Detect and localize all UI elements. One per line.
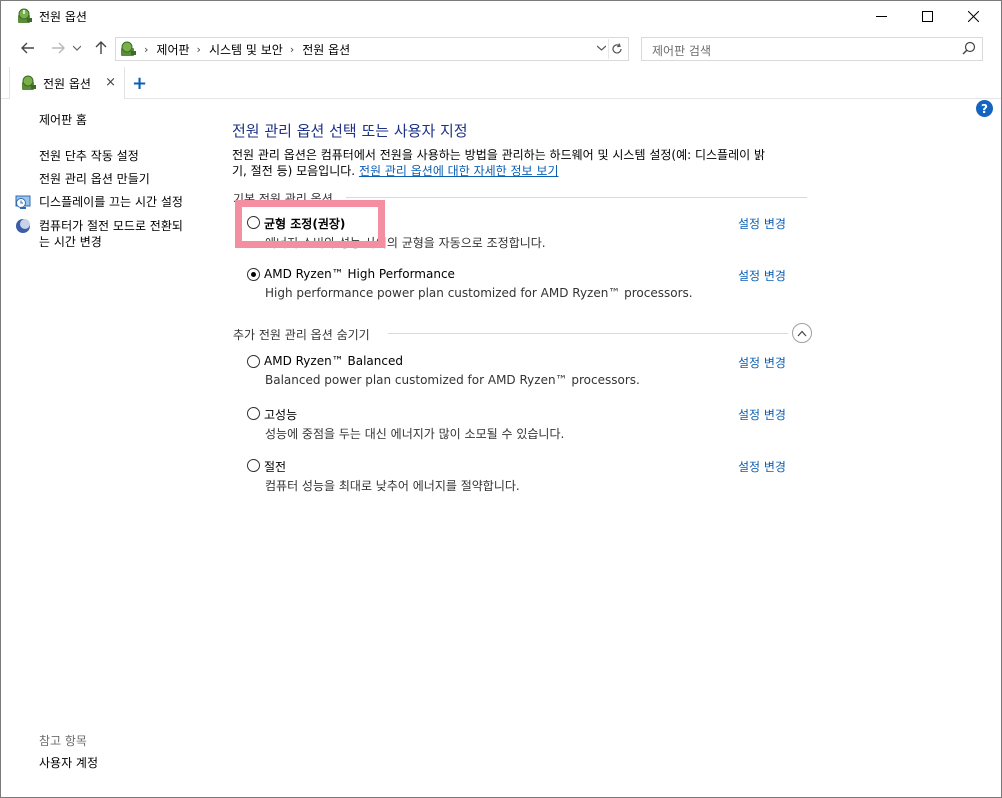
recent-locations-button[interactable]: [70, 37, 84, 59]
sidebar-control-panel-home[interactable]: 제어판 홈: [39, 112, 87, 128]
new-tab-button[interactable]: +: [132, 73, 147, 94]
chevron-down-icon: [596, 45, 607, 51]
plan-radio-high-performance[interactable]: [247, 407, 260, 420]
minimize-icon: [875, 16, 887, 17]
change-plan-settings-link[interactable]: 설정 변경: [738, 354, 786, 371]
plan-name[interactable]: 고성능: [264, 406, 297, 423]
collapse-additional-plans-button[interactable]: [792, 323, 812, 343]
breadcrumb-control-panel[interactable]: 제어판: [156, 41, 189, 58]
tab-label: 전원 옵션: [43, 76, 91, 91]
help-button[interactable]: ?: [976, 100, 993, 117]
close-button[interactable]: [950, 1, 996, 32]
navigation-bar: › 제어판 › 시스템 및 보안 › 전원 옵션 제어판 검색: [1, 34, 1001, 64]
plan-name[interactable]: AMD Ryzen™ High Performance: [264, 267, 455, 281]
description-line-1: 전원 관리 옵션은 컴퓨터에서 전원을 사용하는 방법을 관리하는 하드웨어 및…: [232, 148, 766, 162]
plan-radio-amd-high-performance[interactable]: [247, 268, 260, 281]
search-placeholder: 제어판 검색: [652, 44, 712, 58]
plan-amd-high-performance: AMD Ryzen™ High Performance High perform…: [247, 267, 807, 303]
search-icon[interactable]: [962, 41, 976, 55]
maximize-button[interactable]: [904, 1, 950, 32]
address-bar[interactable]: › 제어판 › 시스템 및 보안 › 전원 옵션: [115, 37, 629, 61]
plan-description: 컴퓨터 성능을 최대로 낮추어 에너지를 절약합니다.: [265, 479, 520, 493]
up-arrow-icon: [95, 41, 107, 54]
power-options-icon: [22, 75, 36, 90]
power-options-window: 전원 옵션 › 제어판 › 시스템 및 보안 › 전원 옵션 제어판 검색 전원…: [0, 0, 1002, 798]
highlight-box: [235, 200, 385, 248]
plan-name[interactable]: AMD Ryzen™ Balanced: [264, 354, 403, 368]
breadcrumb-separator: ›: [144, 42, 149, 56]
search-box[interactable]: 제어판 검색: [641, 37, 983, 61]
minimize-button[interactable]: [858, 1, 904, 32]
additional-plans-divider: [388, 333, 788, 334]
change-plan-settings-link[interactable]: 설정 변경: [738, 267, 786, 284]
sleep-moon-icon: [16, 219, 30, 233]
change-plan-settings-link[interactable]: 설정 변경: [738, 406, 786, 423]
breadcrumb-separator[interactable]: ›: [197, 43, 201, 56]
preferred-plans-divider: [346, 197, 807, 198]
sidebar-item-display-off[interactable]: 디스플레이를 끄는 시간 설정: [39, 194, 183, 210]
scrollbar[interactable]: [994, 119, 1000, 271]
sidebar-item-sleep-time-line1: 컴퓨터가 절전 모드로 전환되: [39, 219, 183, 233]
back-button[interactable]: [17, 37, 39, 59]
up-button[interactable]: [90, 37, 112, 59]
control-panel-icon: [121, 41, 136, 56]
address-dropdown-button[interactable]: [596, 41, 607, 54]
plan-amd-balanced: AMD Ryzen™ Balanced Balanced power plan …: [247, 354, 807, 390]
plan-radio-power-saver[interactable]: [247, 459, 260, 472]
refresh-icon: [612, 43, 622, 54]
more-info-link[interactable]: 전원 관리 옵션에 대한 자세한 정보 보기: [359, 164, 559, 178]
sidebar-item-create-plan[interactable]: 전원 관리 옵션 만들기: [39, 171, 150, 187]
forward-button[interactable]: [47, 37, 69, 59]
tab-close-button[interactable]: ×: [105, 75, 116, 90]
description-line-2: 기, 절전 등) 모음입니다.: [232, 164, 356, 178]
back-arrow-icon: [21, 42, 34, 54]
description-line-2-wrapper: 기, 절전 등) 모음입니다. 전원 관리 옵션에 대한 자세한 정보 보기: [232, 163, 812, 179]
chevron-up-icon: [797, 330, 807, 336]
hide-additional-plans-label[interactable]: 추가 전원 관리 옵션 숨기기: [233, 326, 370, 343]
power-options-app-icon: [18, 8, 32, 23]
page-description: 전원 관리 옵션은 컴퓨터에서 전원을 사용하는 방법을 관리하는 하드웨어 및…: [232, 147, 812, 179]
breadcrumb-power-options[interactable]: 전원 옵션: [302, 41, 350, 58]
breadcrumb-system-security[interactable]: 시스템 및 보안: [209, 41, 283, 58]
plan-description: Balanced power plan customized for AMD R…: [265, 373, 640, 387]
tab-power-options[interactable]: 전원 옵션 ×: [9, 67, 125, 99]
breadcrumb-separator[interactable]: ›: [290, 43, 294, 56]
sidebar-item-sleep-time-line2: 는 시간 변경: [39, 235, 102, 249]
sidebar-item-sleep-time[interactable]: 컴퓨터가 절전 모드로 전환되 는 시간 변경: [39, 218, 199, 250]
refresh-button[interactable]: [608, 39, 624, 59]
plan-high-performance: 고성능 성능에 중점을 두는 대신 에너지가 많이 소모될 수 있습니다. 설정…: [247, 406, 807, 442]
sidebar-item-user-accounts[interactable]: 사용자 계정: [39, 755, 98, 771]
tab-strip: 전원 옵션 × +: [1, 67, 1001, 99]
chevron-down-icon: [73, 45, 81, 51]
change-plan-settings-link[interactable]: 설정 변경: [738, 458, 786, 475]
window-title: 전원 옵션: [39, 10, 87, 24]
plan-power-saver: 절전 컴퓨터 성능을 최대로 낮추어 에너지를 절약합니다. 설정 변경: [247, 458, 807, 494]
change-plan-settings-link[interactable]: 설정 변경: [738, 215, 786, 232]
plan-description: High performance power plan customized f…: [265, 286, 693, 300]
plan-description: 성능에 중점을 두는 대신 에너지가 많이 소모될 수 있습니다.: [265, 427, 565, 441]
title-bar[interactable]: 전원 옵션: [1, 1, 1001, 32]
maximize-icon: [921, 11, 933, 22]
page-title: 전원 관리 옵션 선택 또는 사용자 지정: [232, 122, 468, 140]
forward-arrow-icon: [52, 42, 65, 54]
plan-name[interactable]: 절전: [264, 458, 286, 475]
plan-radio-amd-balanced[interactable]: [247, 355, 260, 368]
see-also-heading: 참고 항목: [39, 734, 87, 748]
display-clock-icon: [15, 195, 31, 209]
sidebar-item-power-button[interactable]: 전원 단추 작동 설정: [39, 148, 139, 164]
close-icon: [967, 11, 979, 22]
